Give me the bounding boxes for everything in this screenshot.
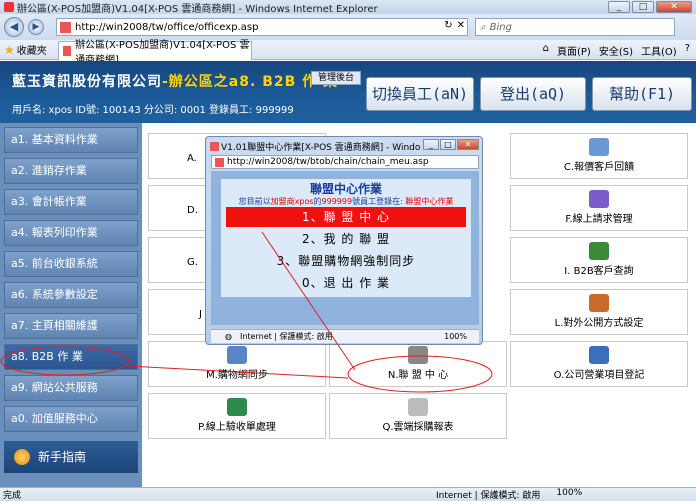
sidebar-item-a5[interactable]: a5. 前台收銀系統 [4, 251, 138, 277]
menu-cell-o[interactable]: O.公司營業項目登記 [510, 341, 688, 387]
help-icon[interactable]: ? [685, 43, 690, 58]
popup-item-force-sync[interactable]: 3、聯盟購物網強制同步 [226, 251, 466, 271]
popup-zoom[interactable]: 100% [444, 332, 467, 341]
home-icon[interactable]: ⌂ [543, 43, 549, 58]
sidebar-item-a2[interactable]: a2. 進銷存作業 [4, 158, 138, 184]
popup-item-alliance-center[interactable]: 1、聯 盟 中 心 [226, 207, 466, 227]
popup-item-exit[interactable]: 0、退 出 作 業 [226, 273, 466, 293]
favorites-button[interactable]: ★ 收藏夾 [4, 42, 47, 58]
status-zoom[interactable]: 100% [556, 488, 582, 501]
address-bar[interactable]: http://win2008/tw/office/officexp.asp ↻ ✕ [56, 18, 468, 36]
search-icon: ⌕ [480, 21, 486, 33]
sidebar-item-a3[interactable]: a3. 會計帳作業 [4, 189, 138, 215]
popup-statusbar: ◍ Internet | 保護模式: 啟用 100% [211, 329, 479, 343]
safety-menu[interactable]: 安全(S) [599, 43, 633, 58]
switch-employee-button[interactable]: 切換員工(aN) [366, 77, 474, 111]
popup-maximize-button[interactable]: □ [440, 139, 456, 150]
quote-icon [589, 138, 609, 156]
app-header: 藍玉資訊股份有限公司-辦公區之a8. B2B 作 業 管理後台 用戶名: xpo… [0, 61, 696, 123]
sidebar-item-a1[interactable]: a1. 基本資料作業 [4, 127, 138, 153]
address-url: http://win2008/tw/office/officexp.asp [75, 21, 259, 33]
company-title: 藍玉資訊股份有限公司-辦公區之a8. B2B 作 業 [12, 74, 339, 90]
alliance-popup-window: V1.01聯盟中心作業[X-POS 雲通商務網] - Windo... _ □ … [205, 136, 483, 345]
menu-cell-c[interactable]: C.報價客戶回饋 [510, 133, 688, 179]
receipt-icon [227, 398, 247, 416]
tools-menu[interactable]: 工具(O) [641, 43, 677, 58]
browser-statusbar: 完成 Internet | 保護模式: 啟用 100% [0, 487, 696, 501]
window-titlebar: 辦公區(X-POS加盟商)V1.04[X-POS 雲通商務網] - Window… [0, 0, 696, 15]
forward-button[interactable]: ▶ [28, 19, 44, 35]
admin-button[interactable]: 管理後台 [311, 71, 361, 85]
popup-body: 聯盟中心作業 您目前以加盟商xpos的999999號員工登錄在: 聯盟中心作業 … [211, 171, 479, 325]
ie-page-icon [4, 2, 14, 12]
sidebar-item-a6[interactable]: a6. 系統參數設定 [4, 282, 138, 308]
beginner-guide-button[interactable]: 新手指南 [4, 441, 138, 473]
menu-cell-i[interactable]: I. B2B客戶查詢 [510, 237, 688, 283]
popup-minimize-button[interactable]: _ [423, 139, 439, 150]
sidebar: a1. 基本資料作業 a2. 進銷存作業 a3. 會計帳作業 a4. 報表列印作… [0, 123, 142, 501]
gear-icon [14, 449, 30, 465]
alliance-icon [408, 346, 428, 364]
page-menu[interactable]: 頁面(P) [557, 43, 591, 58]
customer-icon [589, 242, 609, 260]
popup-close-button[interactable]: ✕ [457, 139, 479, 150]
globe-icon: ◍ [225, 332, 232, 341]
popup-address-bar[interactable]: http://win2008/tw/btob/chain/chain_meu.a… [211, 155, 479, 169]
star-icon: ★ [4, 42, 15, 57]
popup-title: V1.01聯盟中心作業[X-POS 雲通商務網] - Windo... [210, 140, 420, 153]
page-icon [210, 142, 219, 151]
refresh-icon[interactable]: ↻ [444, 20, 452, 31]
menu-cell-q[interactable]: Q.雲端採購報表 [329, 393, 507, 439]
page-icon [60, 21, 71, 33]
popup-heading: 聯盟中心作業 [309, 182, 382, 196]
close-button[interactable]: ✕ [656, 1, 692, 13]
status-zone: Internet | 保護模式: 啟用 [436, 491, 541, 501]
minimize-button[interactable]: _ [608, 1, 630, 13]
menu-cell-n[interactable]: N.聯 盟 中 心 [329, 341, 507, 387]
tab-bar: ★收藏夾 辦公區(X-POS加盟商)V1.04[X-POS 雲通商務網] ⌂ 頁… [0, 40, 696, 66]
menu-cell-p[interactable]: P.線上驗收單處理 [148, 393, 326, 439]
stop-icon[interactable]: ✕ [457, 20, 465, 31]
sidebar-item-a0[interactable]: a0. 加值服務中心 [4, 406, 138, 432]
sidebar-item-a9[interactable]: a9. 網站公共服務 [4, 375, 138, 401]
page-icon [215, 157, 224, 167]
user-info: 用戶名: xpos ID號: 100143 分公司: 0001 登錄員工: 99… [12, 105, 294, 116]
logout-button[interactable]: 登出(aQ) [480, 77, 586, 111]
menu-cell-m[interactable]: M.購物網同步 [148, 341, 326, 387]
sidebar-item-a7[interactable]: a7. 主頁相關維護 [4, 313, 138, 339]
maximize-button[interactable]: □ [632, 1, 654, 13]
browser-tab[interactable]: 辦公區(X-POS加盟商)V1.04[X-POS 雲通商務網] [58, 40, 252, 66]
menu-cell-f[interactable]: F.線上請求管理 [510, 185, 688, 231]
window-title: 辦公區(X-POS加盟商)V1.04[X-POS 雲通商務網] - Window… [17, 3, 378, 15]
request-icon [589, 190, 609, 208]
popup-login-info: 您目前以加盟商xpos的999999號員工登錄在: 聯盟中心作業 [238, 197, 454, 206]
help-button[interactable]: 幫助(F1) [592, 77, 692, 111]
sidebar-item-a8[interactable]: a8. B2B 作 業 [4, 344, 138, 370]
status-text: 完成 [3, 491, 22, 501]
popup-item-my-alliance[interactable]: 2、我 的 聯 盟 [226, 229, 466, 249]
menu-cell-l[interactable]: L.對外公開方式設定 [510, 289, 688, 335]
sidebar-item-a4[interactable]: a4. 報表列印作業 [4, 220, 138, 246]
public-settings-icon [589, 294, 609, 312]
search-input[interactable]: ⌕ Bing [475, 18, 675, 36]
report-icon [408, 398, 428, 416]
register-icon [589, 346, 609, 364]
sync-icon [227, 346, 247, 364]
page-icon [63, 46, 72, 56]
back-button[interactable]: ◀ [4, 17, 24, 37]
